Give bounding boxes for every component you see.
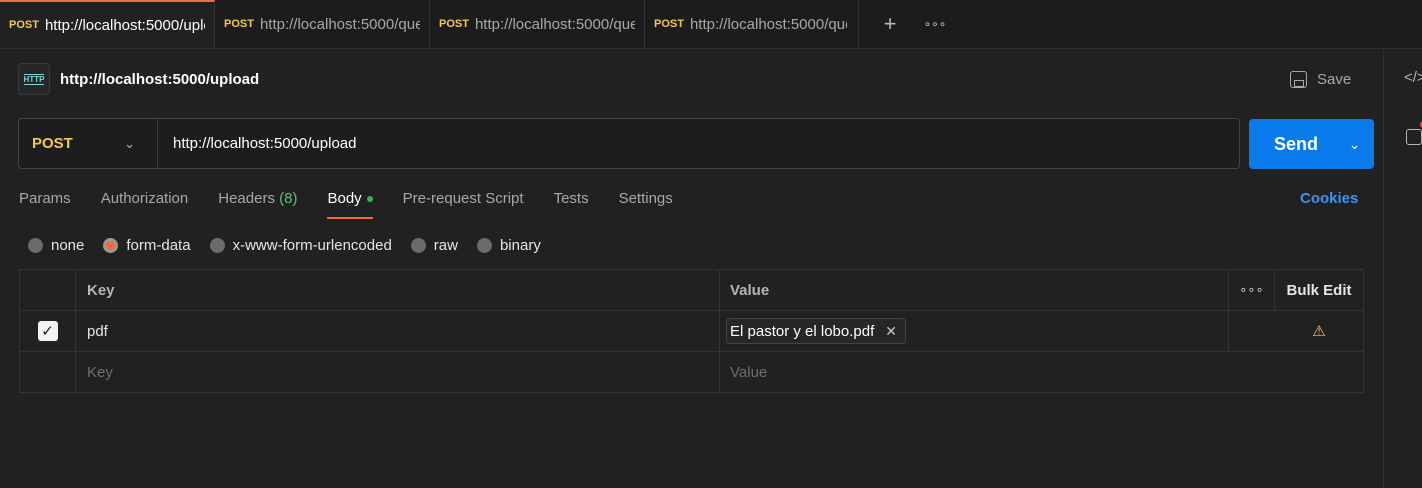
tab-method: POST xyxy=(654,18,684,30)
file-chip[interactable]: El pastor y el lobo.pdf ✕ xyxy=(726,318,906,344)
tab-method: POST xyxy=(439,18,469,30)
tab-settings[interactable]: Settings xyxy=(619,186,673,220)
new-key-field[interactable]: Key xyxy=(76,352,720,393)
method-label: POST xyxy=(32,135,73,152)
body-type-selector: none form-data x-www-form-urlencoded raw… xyxy=(28,234,560,256)
tab-method: POST xyxy=(9,19,39,31)
key-column-header: Key xyxy=(76,270,720,310)
table-header-row: Key Value ∘∘∘ Bulk Edit xyxy=(20,270,1363,311)
table-row: Key Value xyxy=(20,352,1363,393)
key-field[interactable]: pdf xyxy=(76,311,720,351)
row-enabled-checkbox[interactable]: ✓ xyxy=(37,321,58,341)
column-options-icon[interactable]: ∘∘∘ xyxy=(1229,270,1275,310)
request-header: HTTP http://localhost:5000/upload xyxy=(18,62,259,96)
warning-icon[interactable]: ⚠ xyxy=(1312,322,1325,340)
radio-icon xyxy=(209,237,225,253)
new-tab-plus-icon[interactable]: + xyxy=(867,0,913,48)
tab-authorization[interactable]: Authorization xyxy=(101,186,189,220)
table-row: ✓ pdf El pastor y el lobo.pdf ✕ ⚠ xyxy=(20,311,1363,352)
request-subtabs: Params Authorization Headers (8) Body Pr… xyxy=(19,186,703,220)
url-input[interactable]: http://localhost:5000/upload xyxy=(158,135,356,152)
value-column-header: Value xyxy=(720,270,1229,310)
send-label: Send xyxy=(1273,133,1318,154)
body-modified-dot-icon xyxy=(366,196,373,203)
tab-url: http://localhost:5000/upload xyxy=(44,16,205,34)
method-select[interactable]: POST ⌄ xyxy=(19,119,158,168)
request-tab-bar: POST http://localhost:5000/upload POST h… xyxy=(0,0,1422,49)
file-name: El pastor y el lobo.pdf xyxy=(730,322,875,340)
headers-count: (8) xyxy=(279,190,298,207)
tab-url: http://localhost:5000/query xyxy=(474,15,635,33)
new-value-field[interactable]: Value xyxy=(720,352,1229,393)
tab-params[interactable]: Params xyxy=(19,186,71,220)
request-title[interactable]: http://localhost:5000/upload xyxy=(60,71,259,88)
radio-selected-icon xyxy=(103,237,119,253)
body-type-urlencoded[interactable]: x-www-form-urlencoded xyxy=(209,237,392,254)
tab-tests[interactable]: Tests xyxy=(554,186,589,220)
request-tab[interactable]: POST http://localhost:5000/upload xyxy=(0,0,215,48)
tab-url: http://localhost:5000/query xyxy=(689,15,847,33)
save-button[interactable]: Save xyxy=(1290,66,1351,92)
body-type-none[interactable]: none xyxy=(28,237,84,254)
request-tab[interactable]: POST http://localhost:5000/query xyxy=(215,0,430,48)
save-disk-icon xyxy=(1290,70,1307,88)
http-request-icon: HTTP xyxy=(18,63,50,95)
body-type-form-data[interactable]: form-data xyxy=(103,237,191,254)
body-type-binary[interactable]: binary xyxy=(476,237,541,254)
tab-body[interactable]: Body xyxy=(327,186,373,220)
save-label: Save xyxy=(1317,70,1352,88)
request-tab[interactable]: POST http://localhost:5000/query xyxy=(430,0,645,48)
radio-icon xyxy=(410,237,426,253)
url-bar: POST ⌄ http://localhost:5000/upload xyxy=(18,118,1240,169)
tab-url: http://localhost:5000/query xyxy=(259,15,420,33)
request-tab[interactable]: POST http://localhost:5000/query xyxy=(645,0,859,48)
chevron-down-icon: ⌄ xyxy=(124,135,135,151)
body-label: Body xyxy=(327,190,362,207)
headers-label: Headers xyxy=(218,190,275,207)
cookies-link[interactable]: Cookies xyxy=(1300,190,1358,207)
right-side-panel: </> xyxy=(1383,49,1422,488)
send-button[interactable]: Send ⌄ xyxy=(1249,119,1374,169)
form-data-table: Key Value ∘∘∘ Bulk Edit ✓ pdf El pastor … xyxy=(19,269,1364,393)
bulk-edit-button[interactable]: Bulk Edit xyxy=(1275,270,1363,310)
more-tabs-icon[interactable]: ∘∘∘ xyxy=(913,0,957,48)
info-panel-icon[interactable] xyxy=(1406,129,1422,145)
close-icon[interactable]: ✕ xyxy=(885,323,897,340)
body-type-raw[interactable]: raw xyxy=(410,237,458,254)
tab-headers[interactable]: Headers (8) xyxy=(218,186,297,220)
tab-method: POST xyxy=(224,18,254,30)
radio-icon xyxy=(28,237,43,253)
tab-prerequest-script[interactable]: Pre-request Script xyxy=(403,186,524,220)
code-snippet-icon[interactable]: </> xyxy=(1404,69,1422,86)
send-options-chevron-icon[interactable]: ⌄ xyxy=(1335,136,1374,153)
radio-icon xyxy=(476,237,492,253)
